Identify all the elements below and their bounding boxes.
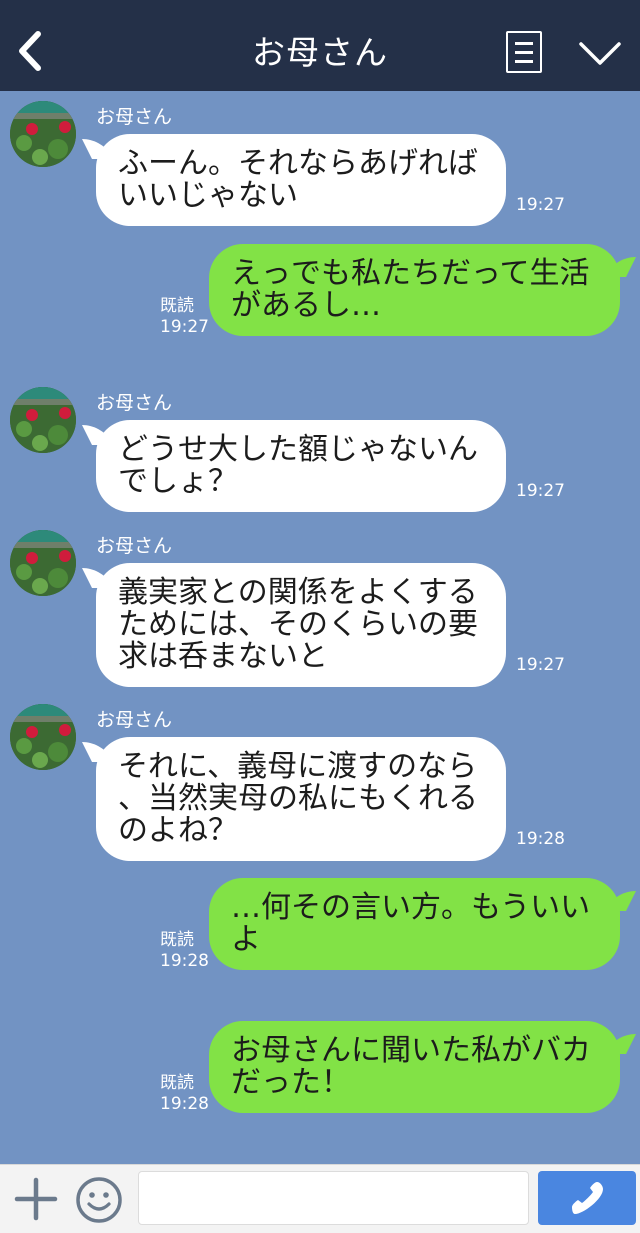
message-time: 19:27 [516,655,565,675]
message-bubble-outgoing[interactable]: お母さんに聞いた私がバカ だった！ [209,1021,620,1113]
read-receipt: 既読 19:28 [160,1073,209,1114]
avatar[interactable] [10,387,76,453]
menu-icon[interactable] [506,31,542,73]
plus-icon[interactable] [14,1177,58,1221]
avatar[interactable] [10,101,76,167]
avatar[interactable] [10,530,76,596]
chevron-down-icon[interactable] [578,40,622,68]
sender-name: お母さん [96,106,173,128]
sender-name: お母さん [96,709,173,731]
chat-title: お母さん [252,33,388,72]
sender-name: お母さん [96,535,173,557]
message-time: 19:27 [516,195,565,215]
chat-header: お母さん [0,0,640,91]
avatar[interactable] [10,704,76,770]
message-input[interactable] [138,1171,529,1225]
read-receipt: 既読 19:28 [160,930,209,971]
call-button[interactable] [538,1171,636,1225]
message-time: 19:28 [516,829,565,849]
message-bubble-incoming[interactable]: それに、義母に渡すのなら 、当然実母の私にもくれる のよね？ [96,737,506,861]
message-bubble-outgoing[interactable]: えっでも私たちだって生活 があるし… [209,244,620,336]
message-bubble-outgoing[interactable]: …何その言い方。もういい よ [209,878,620,970]
sender-name: お母さん [96,392,173,414]
phone-icon [572,1182,603,1214]
message-bubble-incoming[interactable]: ふーん。それならあげれば いいじゃない [96,134,506,226]
message-bubble-incoming[interactable]: どうせ大した額じゃないん でしょ？ [96,420,506,512]
message-time: 19:27 [516,481,565,501]
smiley-icon[interactable] [75,1176,123,1224]
read-receipt: 既読 19:27 [160,296,209,337]
input-bar [0,1164,640,1233]
message-bubble-incoming[interactable]: 義実家との関係をよくする ためには、そのくらいの要 求は呑まないと [96,563,506,687]
